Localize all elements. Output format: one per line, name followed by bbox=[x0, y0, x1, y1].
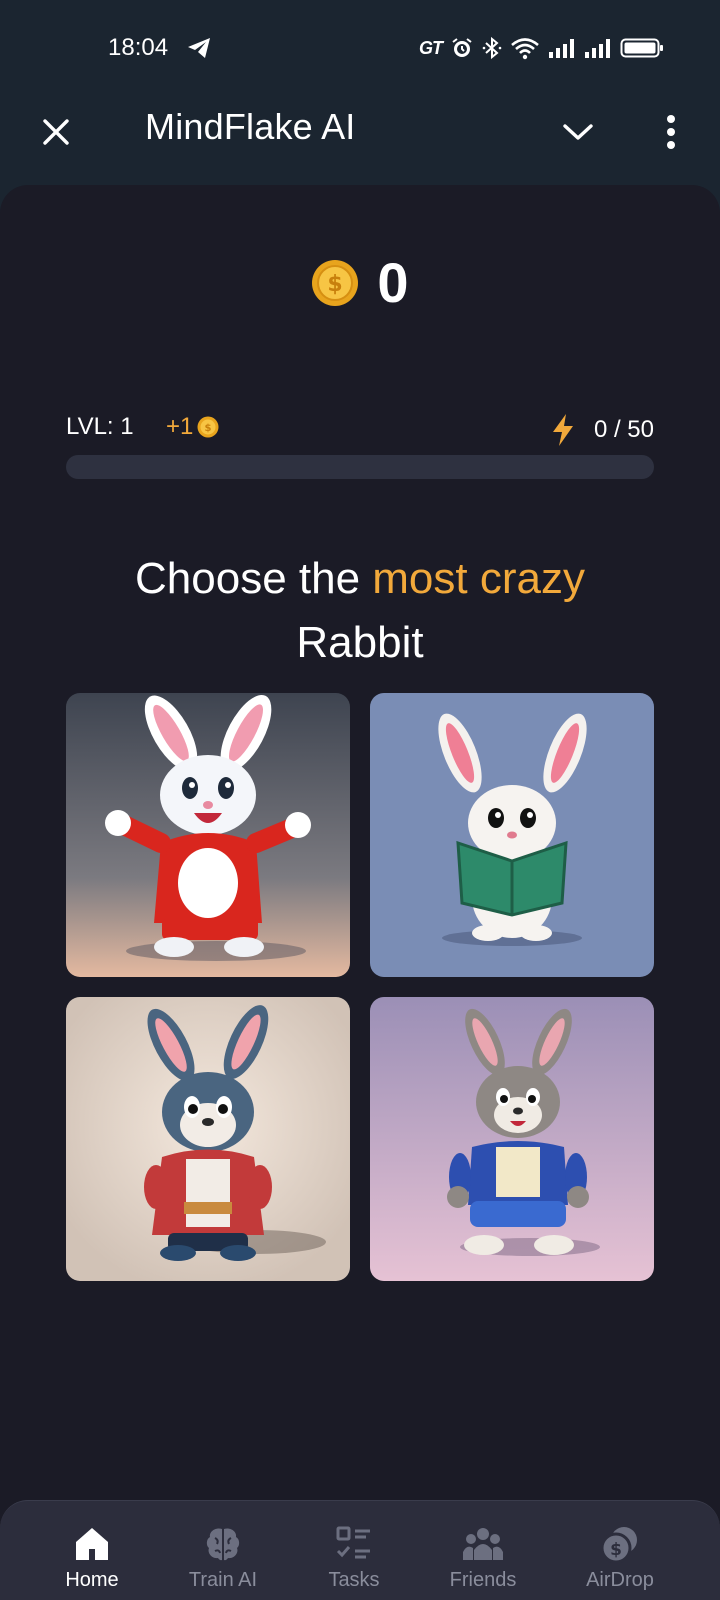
tasks-icon bbox=[333, 1523, 375, 1565]
choice-tile-4[interactable] bbox=[370, 997, 654, 1281]
nav-train-ai[interactable]: Train AI bbox=[163, 1501, 283, 1600]
airdrop-coins-icon: $ bbox=[599, 1523, 641, 1565]
nav-tasks[interactable]: Tasks bbox=[294, 1501, 414, 1600]
close-icon bbox=[43, 119, 69, 145]
coin-icon: $ bbox=[312, 260, 359, 306]
prompt-line-1: Choose the most crazy bbox=[0, 547, 720, 611]
status-time: 18:04 bbox=[108, 34, 169, 61]
top-bar: MindFlake AI bbox=[0, 96, 720, 186]
battery-icon bbox=[620, 36, 664, 60]
signal-icon bbox=[548, 36, 576, 60]
nav-home-label: Home bbox=[65, 1569, 119, 1591]
energy-value: 0 / 50 bbox=[593, 416, 654, 443]
nav-friends-label: Friends bbox=[449, 1569, 517, 1591]
rabbit-reading-book-image bbox=[370, 693, 654, 977]
rabbit-blue-jacket-image bbox=[370, 997, 654, 1281]
expand-button[interactable] bbox=[558, 114, 598, 150]
bottom-nav: Home Train AI Tasks Friends $ AirDrop bbox=[0, 1500, 720, 1600]
more-options-button[interactable] bbox=[656, 110, 686, 154]
nav-train-ai-label: Train AI bbox=[188, 1569, 258, 1591]
image-choice-grid bbox=[66, 693, 654, 1281]
bluetooth-icon bbox=[482, 36, 502, 60]
nav-friends[interactable]: Friends bbox=[423, 1501, 543, 1600]
more-vertical-icon bbox=[667, 115, 675, 149]
chevron-down-icon bbox=[563, 124, 593, 140]
alarm-icon bbox=[450, 36, 474, 60]
level-row: LVL: 1 +1 $ 0 / 50 bbox=[66, 413, 654, 446]
level-bonus: +1 $ bbox=[166, 413, 219, 441]
choice-tile-1[interactable] bbox=[66, 693, 350, 977]
coin-icon: $ bbox=[197, 416, 219, 438]
signal-icon bbox=[584, 36, 612, 60]
svg-text:$: $ bbox=[328, 272, 343, 297]
nav-tasks-label: Tasks bbox=[328, 1569, 380, 1591]
telegram-icon bbox=[186, 36, 212, 60]
close-button[interactable] bbox=[36, 112, 76, 152]
question-prompt: Choose the most crazy Rabbit bbox=[0, 547, 720, 675]
nav-airdrop[interactable]: $ AirDrop bbox=[560, 1501, 680, 1600]
balance: $ 0 bbox=[0, 255, 720, 311]
nav-airdrop-label: AirDrop bbox=[586, 1569, 654, 1591]
rabbit-red-jacket-image bbox=[66, 693, 350, 977]
balance-value: 0 bbox=[377, 251, 409, 314]
choice-tile-3[interactable] bbox=[66, 997, 350, 1281]
friends-icon bbox=[462, 1523, 504, 1565]
lightning-icon bbox=[552, 414, 573, 446]
rabbit-red-coat-image bbox=[66, 997, 350, 1281]
prompt-highlight: most crazy bbox=[372, 554, 585, 603]
status-icons: GT bbox=[419, 34, 664, 62]
energy-counter: 0 / 50 bbox=[550, 413, 654, 447]
level-progress-bar bbox=[66, 455, 654, 479]
level-bonus-value: +1 bbox=[166, 413, 194, 440]
status-bar: 18:04 GT bbox=[0, 0, 720, 96]
home-icon bbox=[71, 1523, 113, 1565]
wifi-icon bbox=[510, 36, 540, 60]
choice-tile-2[interactable] bbox=[370, 693, 654, 977]
prompt-line-2: Rabbit bbox=[296, 618, 424, 667]
svg-text:$: $ bbox=[205, 423, 212, 434]
prompt-prefix: Choose the bbox=[135, 554, 373, 603]
app-title: MindFlake AI bbox=[145, 106, 356, 147]
brain-icon bbox=[202, 1523, 244, 1565]
main-sheet: $ 0 LVL: 1 +1 $ 0 / 50 Choose the most c… bbox=[0, 185, 720, 1600]
level-label: LVL: 1 bbox=[66, 413, 134, 440]
gt-icon: GT bbox=[419, 37, 443, 58]
svg-text:$: $ bbox=[610, 1540, 622, 1560]
nav-home[interactable]: Home bbox=[32, 1501, 152, 1600]
